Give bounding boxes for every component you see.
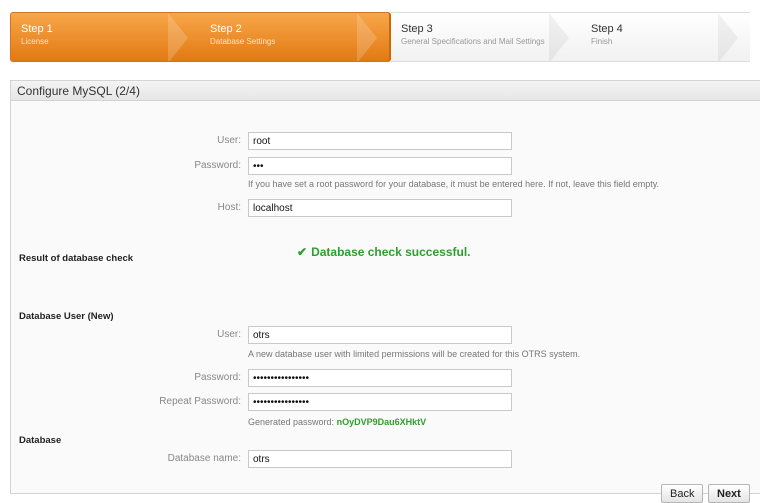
step-general-specifications: Step 3 General Specifications and Mail S… xyxy=(391,12,581,62)
generated-password-label: Generated password: xyxy=(248,417,335,427)
database-section-title: Database xyxy=(19,435,62,446)
check-section-title: Result of database check xyxy=(19,253,134,264)
wizard-steps: Step 1 License Step 2 Database Settings … xyxy=(10,12,760,62)
root-password-field[interactable] xyxy=(248,157,512,175)
step-license: Step 1 License xyxy=(10,12,200,62)
host-label: Host: xyxy=(217,202,241,213)
new-user-label: User: xyxy=(217,329,241,340)
check-message: Database check successful. xyxy=(311,245,471,259)
step-database-settings: Step 2 Database Settings xyxy=(200,12,391,62)
root-password-hint: If you have set a root password for your… xyxy=(248,179,660,189)
new-user-section-title: Database User (New) xyxy=(19,311,114,322)
step-finish: Step 4 Finish xyxy=(581,12,750,62)
step-chevron xyxy=(168,13,188,61)
generated-password: Generated password: nOyDVP9Dau6XHktV xyxy=(248,416,426,428)
new-password-label: Password: xyxy=(194,372,241,383)
panel-title: Configure MySQL (2/4) xyxy=(11,81,760,101)
root-password-label: Password: xyxy=(194,160,241,171)
configure-mysql-panel: Configure MySQL (2/4) User: Password: If… xyxy=(10,80,760,503)
check-result: ✔ Database check successful. xyxy=(297,245,470,259)
step-chevron xyxy=(549,13,569,61)
new-user-hint: A new database user with limited permiss… xyxy=(248,349,581,359)
panel-body: User: Password: If you have set a root p… xyxy=(11,101,760,503)
step-chevron xyxy=(357,13,377,61)
host-field[interactable] xyxy=(248,199,512,217)
step-chevron xyxy=(718,13,738,61)
new-user-field[interactable] xyxy=(248,326,512,344)
root-user-field[interactable] xyxy=(248,132,512,150)
new-password-field[interactable] xyxy=(248,369,512,387)
check-icon: ✔ xyxy=(297,245,308,259)
root-user-label: User: xyxy=(217,135,241,146)
repeat-password-label: Repeat Password: xyxy=(159,396,241,407)
repeat-password-field[interactable] xyxy=(248,393,512,411)
database-name-field[interactable] xyxy=(248,450,512,468)
generated-password-value: nOyDVP9Dau6XHktV xyxy=(336,417,427,427)
database-name-label: Database name: xyxy=(167,453,241,464)
